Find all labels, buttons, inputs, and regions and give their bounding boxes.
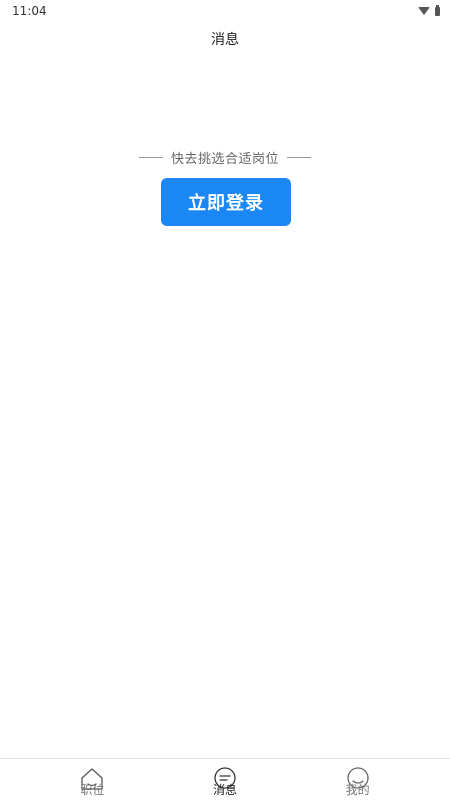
- battery-icon: [435, 4, 440, 16]
- tab-jobs[interactable]: 职位: [62, 759, 122, 800]
- status-bar: 11:04: [0, 0, 450, 22]
- wifi-icon: [418, 7, 430, 15]
- prompt-divider-left: [138, 156, 163, 158]
- messages-screen: 11:04 消息 快去挑选合适岗位 立即登录 职位 消息 我的: [0, 0, 450, 800]
- status-icons: [418, 4, 440, 16]
- tab-messages[interactable]: 消息: [195, 759, 255, 800]
- bottom-tab-bar: 职位 消息 我的: [0, 758, 450, 800]
- empty-prompt: 快去挑选合适岗位: [0, 146, 450, 168]
- page-title: 消息: [211, 32, 239, 48]
- login-button[interactable]: 立即登录: [161, 178, 291, 226]
- tab-messages-label: 消息: [212, 783, 237, 797]
- status-time: 11:04: [12, 4, 47, 18]
- page-header: 消息: [0, 22, 450, 56]
- tab-profile-label: 我的: [345, 783, 370, 797]
- prompt-divider-right: [287, 156, 311, 158]
- tab-jobs-label: 职位: [80, 783, 105, 797]
- tab-profile[interactable]: 我的: [328, 759, 388, 800]
- prompt-text: 快去挑选合适岗位: [170, 151, 279, 167]
